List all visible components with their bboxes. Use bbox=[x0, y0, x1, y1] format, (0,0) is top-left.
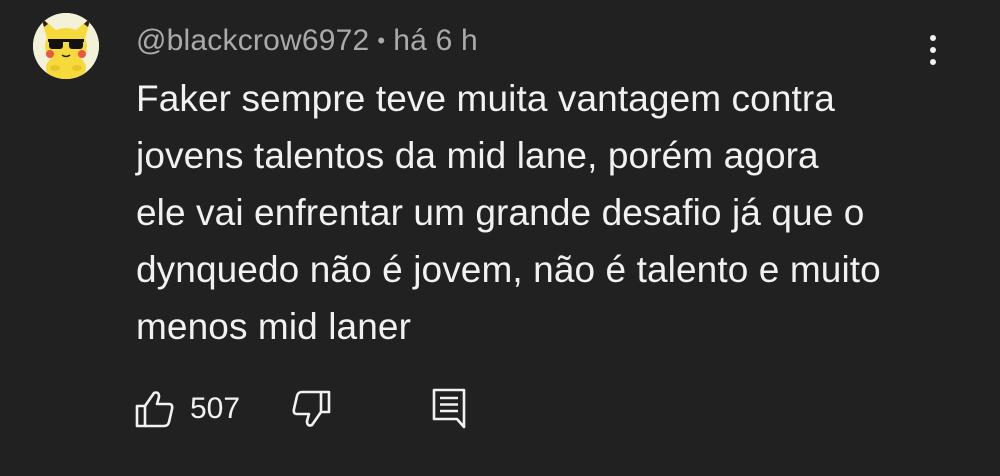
comment-text-line: ele vai enfrentar um grande desafio já q… bbox=[136, 192, 865, 233]
like-count: 507 bbox=[190, 392, 241, 425]
like-button[interactable]: 507 bbox=[134, 386, 240, 432]
comment-text-line: Faker sempre teve muita vantagem contra bbox=[136, 78, 835, 119]
more-vertical-icon-dot bbox=[930, 47, 936, 53]
meta-separator: • bbox=[377, 28, 386, 53]
reply-button[interactable] bbox=[430, 386, 470, 432]
author-name[interactable]: @blackcrow6972 bbox=[136, 24, 369, 58]
thumbs-down-icon bbox=[292, 390, 331, 427]
comment-text-line: menos mid laner bbox=[136, 306, 412, 347]
more-options-button[interactable] bbox=[918, 30, 948, 70]
more-vertical-icon bbox=[930, 35, 936, 41]
comment-reply-icon bbox=[432, 388, 466, 429]
more-vertical-icon-dot bbox=[930, 59, 936, 65]
comment-text-line: jovens talentos da mid lane, porém agora bbox=[136, 135, 819, 176]
pikachu-sunglasses-icon bbox=[33, 13, 99, 79]
avatar[interactable] bbox=[33, 13, 99, 79]
comment-text: Faker sempre teve muita vantagem contra … bbox=[136, 70, 936, 355]
comment-card: @blackcrow6972 • há 6 h Faker sempre tev… bbox=[0, 0, 1000, 476]
comment-text-line: dynquedo não é jovem, não é talento e mu… bbox=[136, 249, 881, 290]
comment-timestamp[interactable]: há 6 h bbox=[393, 24, 478, 58]
dislike-button[interactable] bbox=[290, 386, 332, 432]
comment-meta: @blackcrow6972 • há 6 h bbox=[136, 22, 478, 60]
thumbs-up-icon bbox=[135, 391, 174, 428]
